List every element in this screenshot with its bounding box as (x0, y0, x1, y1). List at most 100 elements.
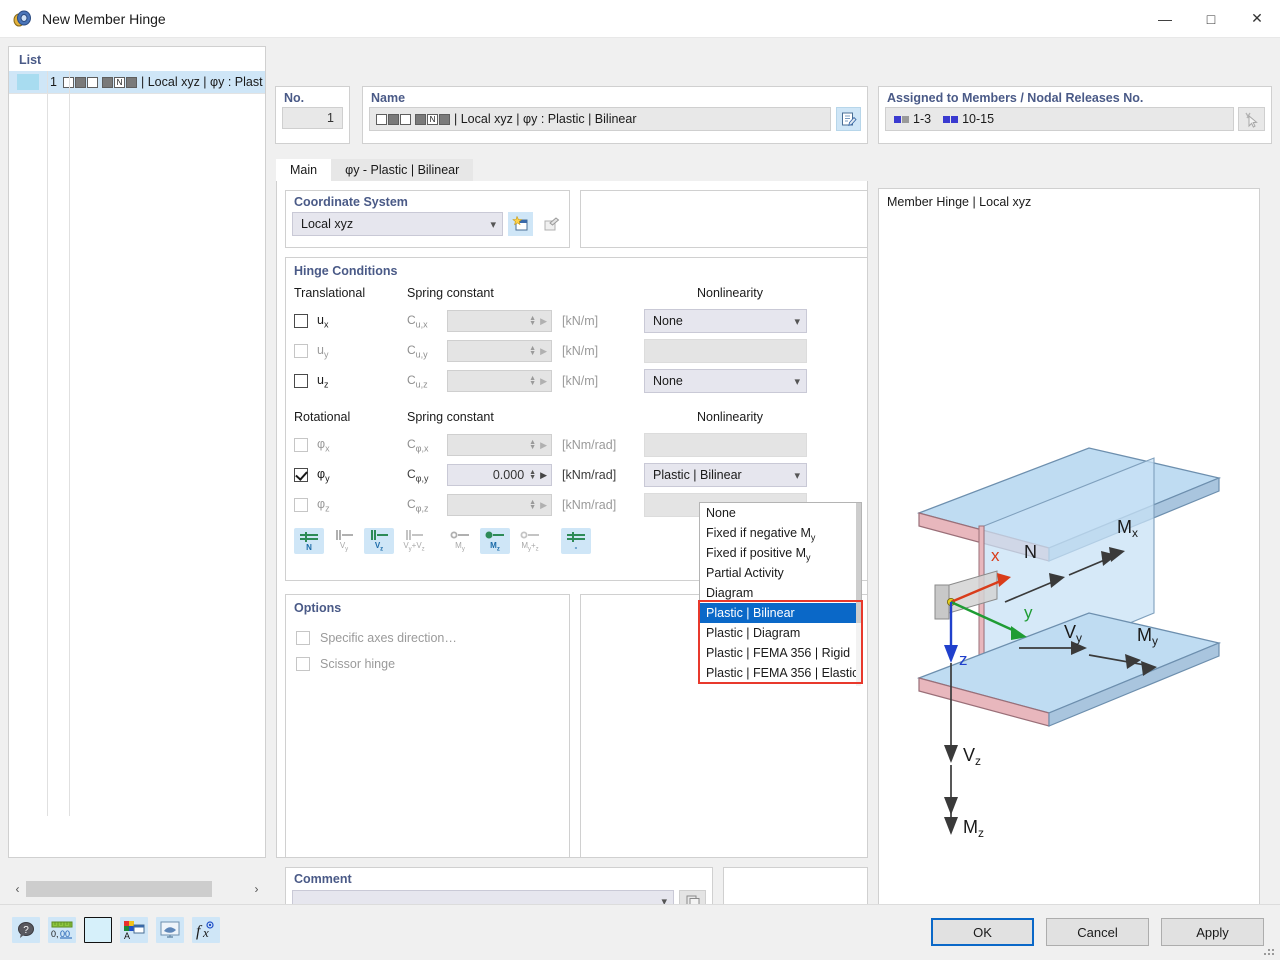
spring-input-phiz[interactable]: ▲▼ ▶ (447, 494, 552, 516)
number-field[interactable]: 1 (282, 107, 343, 129)
formula-icon[interactable]: f x (192, 917, 220, 943)
unit-uz: [kN/m] (552, 374, 644, 388)
table-row: uy Cu,y ▲▼ ▶ [kN/m] (286, 336, 867, 366)
spinner-arrows-icon[interactable]: ▲▼ (529, 440, 536, 450)
nonlinearity-select-ux[interactable]: None ▾ (644, 309, 807, 333)
units-icon[interactable]: 0, 00 (48, 917, 76, 943)
preset-vz-label: Vz (375, 542, 383, 554)
resize-grip-icon[interactable] (1264, 945, 1276, 957)
nonlinearity-select-phiy[interactable]: Plastic | Bilinear ▾ (644, 463, 807, 487)
translational-headers: Translational Spring constant Nonlineari… (286, 286, 867, 300)
unit-phix: [kNm/rad] (552, 438, 644, 452)
preset-my-button[interactable]: My (445, 528, 475, 554)
scrollbar-track[interactable] (26, 878, 248, 900)
table-row: ux Cu,x ▲▼ ▶ [kN/m] None ▾ (286, 306, 867, 336)
expand-arrow-icon[interactable]: ▶ (540, 500, 547, 511)
list-horizontal-scrollbar[interactable]: ‹ › (9, 878, 265, 900)
tab-plastic-bilinear[interactable]: φy - Plastic | Bilinear (331, 159, 473, 181)
translational-header: Translational (294, 286, 407, 300)
dropdown-item-diagram[interactable]: Diagram (700, 583, 861, 603)
number-group: No. 1 (275, 86, 350, 144)
checkbox-uy[interactable] (294, 344, 308, 358)
spinner-arrows-icon[interactable]: ▲▼ (529, 346, 536, 356)
name-input[interactable]: N | Local xyz | φy : Plastic | Bilinear (369, 107, 831, 131)
symbol-cphiz: Cφ,z (407, 497, 447, 513)
checkbox-uz[interactable] (294, 374, 308, 388)
expand-arrow-icon[interactable]: ▶ (540, 376, 547, 387)
preset-none-button[interactable]: - (561, 528, 591, 554)
expand-arrow-icon[interactable]: ▶ (540, 346, 547, 357)
spring-input-phiy[interactable]: 0.000 ▲▼ ▶ (447, 464, 552, 486)
assigned-input[interactable]: 1-3 10-15 (885, 107, 1234, 131)
preset-vy-vz-button[interactable]: Vy+Vz (399, 528, 429, 554)
spring-input-uy[interactable]: ▲▼ ▶ (447, 340, 552, 362)
axis-label-x: x (991, 546, 1000, 565)
nonlinearity-dropdown-list[interactable]: None Fixed if negative My Fixed if posit… (699, 502, 862, 684)
minimize-button[interactable]: — (1142, 0, 1188, 37)
coordinate-system-select[interactable]: Local xyz ▾ (292, 212, 503, 236)
nodal-release-marker-icon (943, 116, 950, 123)
list-panel: List 1 N | Local xyz | φy : Plast (8, 46, 266, 858)
dropdown-item-plastic-diagram[interactable]: Plastic | Diagram (700, 623, 861, 643)
dropdown-scrollbar[interactable] (856, 503, 861, 686)
tab-main[interactable]: Main (276, 159, 331, 181)
preset-my-mz-button[interactable]: My+z (515, 528, 545, 554)
hinge-glyph-group-translational (376, 114, 411, 125)
dropdown-scrollbar-thumb[interactable] (856, 503, 861, 623)
label-ux: ux (317, 313, 328, 330)
dropdown-item-plastic-fema-356-rigid[interactable]: Plastic | FEMA 356 | Rigid (700, 643, 861, 663)
checkbox-phiz[interactable] (294, 498, 308, 512)
name-edit-button[interactable] (836, 107, 861, 131)
maximize-button[interactable]: □ (1188, 0, 1234, 37)
checkbox-scissor-hinge[interactable] (296, 657, 310, 671)
window-controls: — □ ✕ (1142, 0, 1280, 37)
list-item-text: | Local xyz | φy : Plast (141, 75, 263, 89)
preset-vy-button[interactable]: Vy (329, 528, 359, 554)
dropdown-item-plastic-bilinear[interactable]: Plastic | Bilinear (700, 603, 861, 623)
chevron-down-icon: ▾ (794, 469, 800, 482)
new-coordinate-system-button[interactable] (508, 212, 533, 236)
scrollbar-thumb[interactable] (26, 881, 212, 897)
svg-text:0,: 0, (51, 929, 59, 939)
expand-arrow-icon[interactable]: ▶ (540, 316, 547, 327)
spring-input-ux[interactable]: ▲▼ ▶ (447, 310, 552, 332)
preset-n-button[interactable]: N (294, 528, 324, 554)
spinner-arrows-icon[interactable]: ▲▼ (529, 500, 536, 510)
dropdown-item-partial-activity[interactable]: Partial Activity (700, 563, 861, 583)
pick-members-button[interactable] (1238, 107, 1265, 131)
help-icon[interactable]: ? (12, 917, 40, 943)
spinner-arrows-icon[interactable]: ▲▼ (529, 470, 536, 480)
expand-arrow-icon[interactable]: ▶ (540, 440, 547, 451)
color-swatch-icon[interactable] (84, 917, 112, 943)
apply-button[interactable]: Apply (1161, 918, 1264, 946)
close-button[interactable]: ✕ (1234, 0, 1280, 37)
checkbox-ux[interactable] (294, 314, 308, 328)
spring-input-uz[interactable]: ▲▼ ▶ (447, 370, 552, 392)
preset-mz-button[interactable]: Mz (480, 528, 510, 554)
scroll-left-arrow-icon[interactable]: ‹ (9, 878, 26, 900)
cancel-button[interactable]: Cancel (1046, 918, 1149, 946)
spring-input-phix[interactable]: ▲▼ ▶ (447, 434, 552, 456)
scroll-right-arrow-icon[interactable]: › (248, 878, 265, 900)
preview-canvas[interactable]: x y z N Mx Vy (879, 213, 1259, 921)
dropdown-item-fixed-if-positive-my[interactable]: Fixed if positive My (700, 543, 861, 563)
dropdown-item-plastic-fema-356-elastic[interactable]: Plastic | FEMA 356 | Elastic (700, 663, 861, 683)
display-properties-icon[interactable]: A (120, 917, 148, 943)
nonlinearity-select-uz[interactable]: None ▾ (644, 369, 807, 393)
list-item-color-swatch (17, 74, 39, 90)
preset-vz-button[interactable]: Vz (364, 528, 394, 554)
checkbox-phix[interactable] (294, 438, 308, 452)
edit-coordinate-system-button[interactable] (538, 212, 563, 236)
spring-constant-header-rot: Spring constant (407, 410, 697, 424)
spinner-arrows-icon[interactable]: ▲▼ (529, 376, 536, 386)
render-icon[interactable] (156, 917, 184, 943)
expand-arrow-icon[interactable]: ▶ (540, 470, 547, 481)
checkbox-phiy[interactable] (294, 468, 308, 482)
spinner-arrows-icon[interactable]: ▲▼ (529, 316, 536, 326)
preview-group: Member Hinge | Local xyz (878, 188, 1260, 922)
ok-button[interactable]: OK (931, 918, 1034, 946)
dropdown-item-none[interactable]: None (700, 503, 861, 523)
checkbox-specific-axes-direction[interactable] (296, 631, 310, 645)
dropdown-item-fixed-if-negative-my[interactable]: Fixed if negative My (700, 523, 861, 543)
assigned-group: Assigned to Members / Nodal Releases No.… (878, 86, 1272, 144)
